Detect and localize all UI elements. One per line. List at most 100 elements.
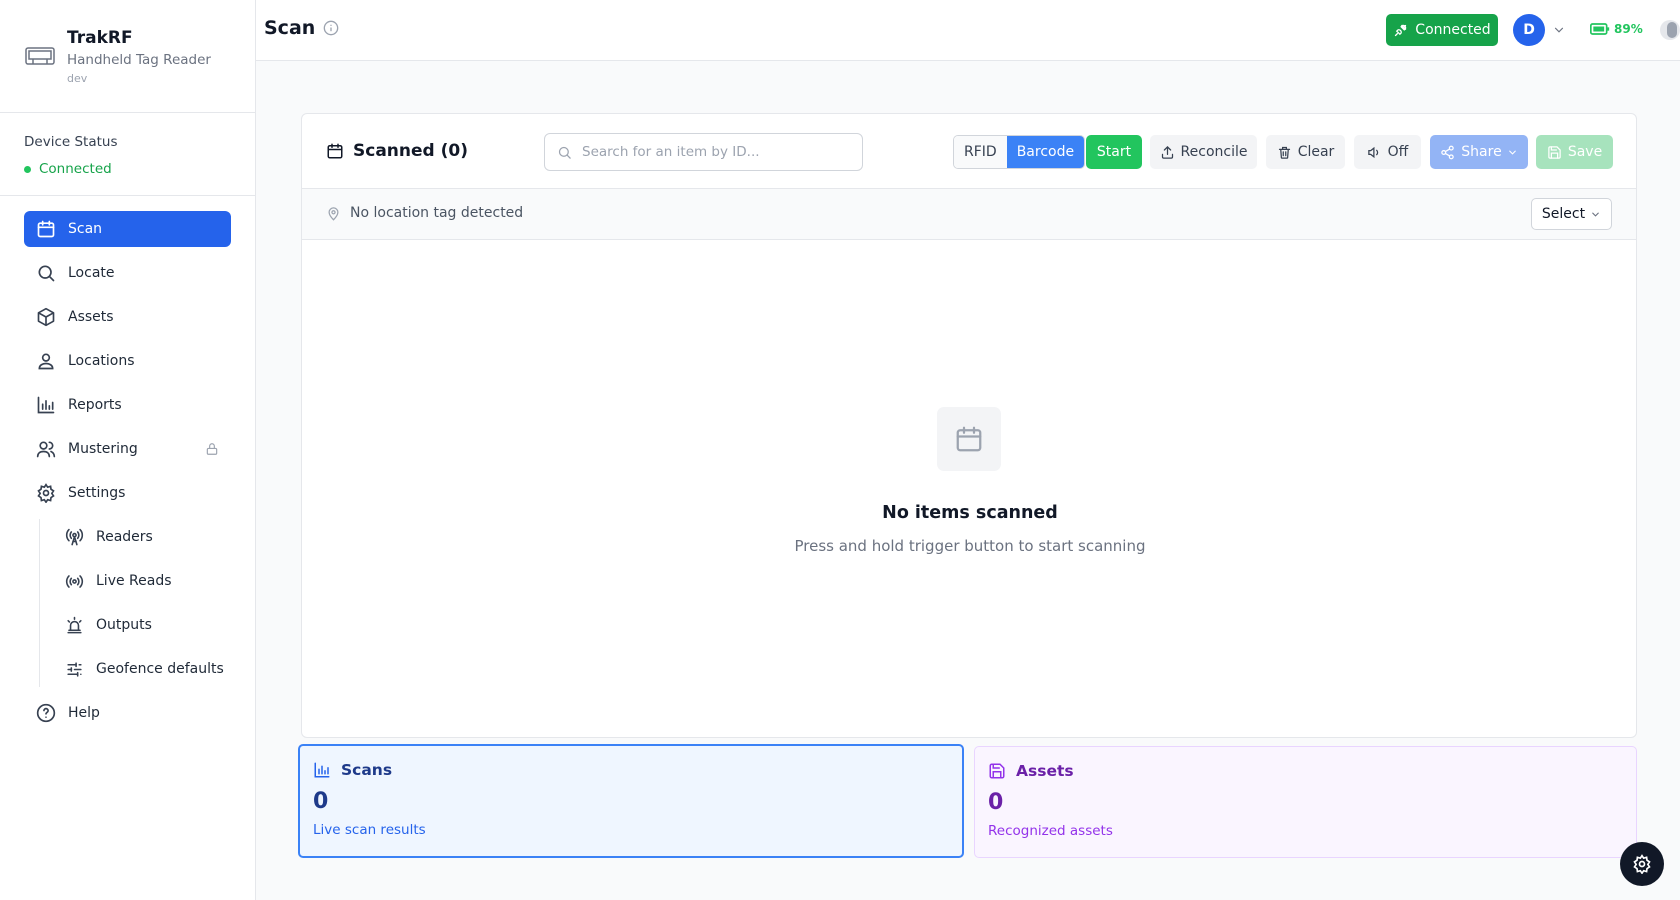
- location-select[interactable]: Select: [1531, 198, 1612, 230]
- sidebar-item-scan[interactable]: Scan: [24, 211, 231, 247]
- sidebar-item-live-reads[interactable]: Live Reads: [53, 563, 231, 599]
- sidebar-item-geofence[interactable]: Geofence defaults: [53, 651, 231, 687]
- sidebar-item-label: Reports: [68, 397, 122, 413]
- assets-stat-value: 0: [988, 790, 1004, 815]
- share-label: Share: [1461, 144, 1502, 160]
- scan-box-icon: [36, 219, 56, 239]
- sidebar-item-label: Help: [68, 705, 100, 721]
- brand: TrakRF Handheld Tag Reader dev: [0, 0, 255, 113]
- location-select-label: Select: [1541, 206, 1586, 222]
- scan-box-icon: [327, 143, 343, 159]
- connected-label: Connected: [1415, 22, 1491, 38]
- search-icon: [558, 146, 571, 159]
- scan-toolbar: Scanned (0) RFID Barcode Start Reconcile…: [302, 114, 1636, 189]
- search-field[interactable]: [544, 133, 863, 171]
- assets-stat-card[interactable]: Assets 0 Recognized assets: [974, 746, 1637, 858]
- sidebar-item-readers[interactable]: Readers: [53, 519, 231, 555]
- siren-icon: [65, 616, 84, 635]
- radio-tower-icon: [65, 528, 84, 547]
- sliders-icon: [65, 660, 84, 679]
- sidebar-item-label: Locate: [68, 265, 115, 281]
- bar-chart-icon: [314, 762, 330, 778]
- scan-card: Scanned (0) RFID Barcode Start Reconcile…: [301, 113, 1637, 738]
- clear-label: Clear: [1297, 144, 1335, 160]
- assets-stat-title: Assets: [1016, 762, 1074, 780]
- broadcast-icon: [65, 572, 84, 591]
- device-status-value: Connected: [24, 159, 255, 179]
- empty-box-icon: [937, 407, 1001, 471]
- sidebar-item-mustering[interactable]: Mustering: [24, 431, 231, 467]
- share-button[interactable]: Share: [1430, 135, 1528, 169]
- scanned-count-label: Scanned (0): [353, 141, 468, 161]
- scans-stat-subtitle: Live scan results: [313, 822, 426, 838]
- sidebar-item-locate[interactable]: Locate: [24, 255, 231, 291]
- info-icon[interactable]: [323, 20, 339, 36]
- sidebar-item-label: Locations: [68, 353, 135, 369]
- device-status: Device Status Connected: [0, 113, 255, 196]
- mode-rfid-button[interactable]: RFID: [954, 136, 1007, 168]
- upload-icon: [1161, 145, 1173, 159]
- user-pin-icon: [36, 351, 56, 371]
- location-status-text: No location tag detected: [350, 205, 524, 221]
- sidebar-item-help[interactable]: Help: [24, 695, 231, 731]
- battery-icon: [1590, 23, 1610, 35]
- gear-icon: [36, 483, 56, 503]
- sidebar-item-reports[interactable]: Reports: [24, 387, 231, 423]
- connected-button[interactable]: Connected: [1386, 14, 1498, 46]
- brand-subtitle: Handheld Tag Reader: [67, 52, 211, 68]
- sidebar-item-label: Settings: [68, 485, 126, 501]
- assets-stat-header: Assets: [988, 762, 1623, 780]
- assets-stat-subtitle: Recognized assets: [988, 823, 1113, 839]
- device-status-text: Connected: [39, 161, 112, 177]
- clear-button[interactable]: Clear: [1266, 135, 1345, 169]
- sound-label: Off: [1387, 144, 1409, 160]
- mode-toggle: RFID Barcode: [953, 135, 1086, 169]
- location-bar: No location tag detected Select: [302, 189, 1636, 240]
- theme-toggle[interactable]: [1660, 20, 1680, 40]
- save-label: Save: [1567, 144, 1603, 160]
- empty-state-subtitle: Press and hold trigger button to start s…: [794, 537, 1146, 555]
- search-input[interactable]: [582, 144, 852, 160]
- chevron-down-icon[interactable]: [1552, 23, 1566, 37]
- bar-chart-icon: [36, 395, 56, 415]
- sidebar-item-assets[interactable]: Assets: [24, 299, 231, 335]
- help-circle-icon: [36, 703, 56, 723]
- mode-barcode-button[interactable]: Barcode: [1006, 136, 1085, 168]
- save-button[interactable]: Save: [1536, 135, 1613, 169]
- sidebar-item-label: Assets: [68, 309, 114, 325]
- battery-level: 89%: [1614, 22, 1643, 36]
- share-icon: [1441, 145, 1455, 159]
- reconcile-button[interactable]: Reconcile: [1150, 135, 1257, 169]
- settings-fab[interactable]: [1620, 842, 1664, 886]
- scans-stat-card[interactable]: Scans 0 Live scan results: [298, 744, 964, 858]
- battery-indicator: 89%: [1590, 21, 1643, 37]
- search-icon: [36, 263, 56, 283]
- sidebar-item-locations[interactable]: Locations: [24, 343, 231, 379]
- status-dot-icon: [24, 165, 31, 173]
- sidebar-nav: Scan Locate Assets Locations Reports Mus…: [0, 196, 255, 731]
- speaker-icon: [1367, 146, 1378, 158]
- scans-stat-value: 0: [313, 789, 329, 814]
- sidebar-item-settings[interactable]: Settings: [24, 475, 231, 511]
- sidebar-item-label: Readers: [96, 529, 153, 545]
- gear-icon: [1633, 854, 1651, 874]
- scans-stat-header: Scans: [313, 761, 949, 779]
- lock-icon: [205, 442, 219, 456]
- topbar: Scan Connected D 89%: [256, 0, 1680, 61]
- sound-toggle-button[interactable]: Off: [1354, 135, 1421, 169]
- device-status-label: Device Status: [24, 134, 118, 150]
- sidebar-item-label: Live Reads: [96, 573, 172, 589]
- avatar[interactable]: D: [1513, 14, 1545, 46]
- location-status: No location tag detected: [326, 205, 523, 221]
- sidebar-item-outputs[interactable]: Outputs: [53, 607, 231, 643]
- save-icon: [1548, 145, 1561, 159]
- chevron-down-icon: [1592, 212, 1599, 217]
- page-title: Scan: [264, 17, 339, 39]
- sidebar-item-label: Geofence defaults: [96, 661, 224, 677]
- settings-subnav: Readers Live Reads Outputs Geofence defa…: [39, 519, 231, 687]
- empty-state-title: No items scanned: [882, 503, 1058, 523]
- sidebar-item-label: Scan: [68, 221, 103, 237]
- map-pin-icon: [328, 206, 339, 221]
- sidebar-item-label: Outputs: [96, 617, 152, 633]
- start-button[interactable]: Start: [1086, 135, 1142, 169]
